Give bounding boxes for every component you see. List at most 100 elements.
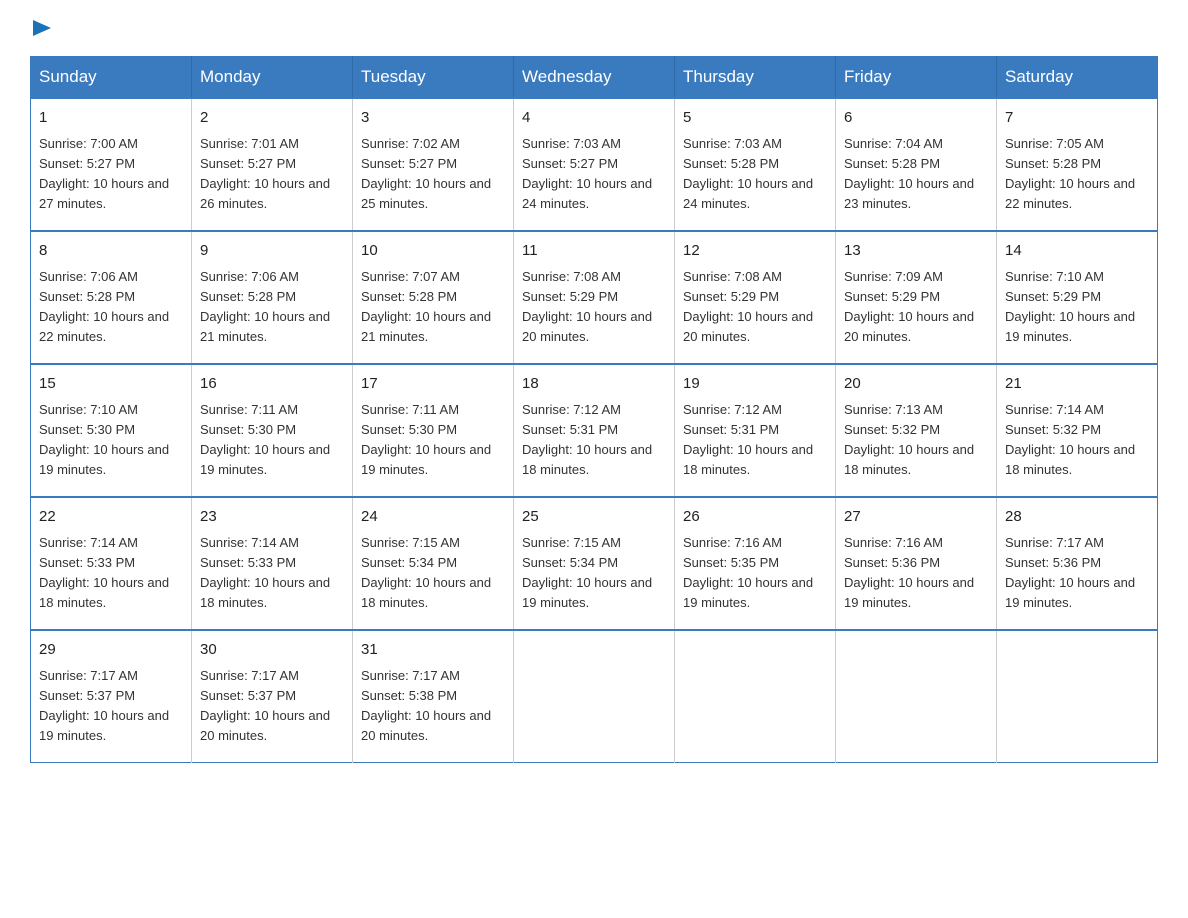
- day-number: 22: [39, 506, 183, 529]
- calendar-day-cell: 26 Sunrise: 7:16 AMSunset: 5:35 PMDayligh…: [675, 497, 836, 630]
- calendar-week-row: 8 Sunrise: 7:06 AMSunset: 5:28 PMDaylight…: [31, 231, 1158, 364]
- calendar-day-cell: 14 Sunrise: 7:10 AMSunset: 5:29 PMDayligh…: [997, 231, 1158, 364]
- day-number: 11: [522, 240, 666, 263]
- day-info: Sunrise: 7:06 AMSunset: 5:28 PMDaylight:…: [200, 267, 344, 348]
- day-number: 28: [1005, 506, 1149, 529]
- weekday-header-monday: Monday: [192, 57, 353, 99]
- calendar-day-cell: 10 Sunrise: 7:07 AMSunset: 5:28 PMDayligh…: [353, 231, 514, 364]
- calendar-day-cell: 27 Sunrise: 7:16 AMSunset: 5:36 PMDayligh…: [836, 497, 997, 630]
- calendar-day-cell: [675, 630, 836, 763]
- day-info: Sunrise: 7:08 AMSunset: 5:29 PMDaylight:…: [522, 267, 666, 348]
- day-number: 21: [1005, 373, 1149, 396]
- calendar-body: 1 Sunrise: 7:00 AMSunset: 5:27 PMDaylight…: [31, 98, 1158, 763]
- day-number: 5: [683, 107, 827, 130]
- day-info: Sunrise: 7:11 AMSunset: 5:30 PMDaylight:…: [200, 400, 344, 481]
- day-number: 12: [683, 240, 827, 263]
- calendar-day-cell: 16Sunrise: 7:11 AMSunset: 5:30 PMDayligh…: [192, 364, 353, 497]
- calendar-day-cell: 1 Sunrise: 7:00 AMSunset: 5:27 PMDaylight…: [31, 98, 192, 231]
- calendar-day-cell: 9 Sunrise: 7:06 AMSunset: 5:28 PMDaylight…: [192, 231, 353, 364]
- day-info: Sunrise: 7:16 AMSunset: 5:35 PMDaylight:…: [683, 533, 827, 614]
- day-number: 24: [361, 506, 505, 529]
- day-number: 18: [522, 373, 666, 396]
- day-info: Sunrise: 7:10 AMSunset: 5:30 PMDaylight:…: [39, 400, 183, 481]
- day-info: Sunrise: 7:05 AMSunset: 5:28 PMDaylight:…: [1005, 134, 1149, 215]
- calendar-day-cell: 31 Sunrise: 7:17 AMSunset: 5:38 PMDayligh…: [353, 630, 514, 763]
- weekday-header-wednesday: Wednesday: [514, 57, 675, 99]
- day-number: 8: [39, 240, 183, 263]
- weekday-header-saturday: Saturday: [997, 57, 1158, 99]
- calendar-table: SundayMondayTuesdayWednesdayThursdayFrid…: [30, 56, 1158, 763]
- calendar-day-cell: 13 Sunrise: 7:09 AMSunset: 5:29 PMDayligh…: [836, 231, 997, 364]
- day-number: 29: [39, 639, 183, 662]
- calendar-day-cell: 24 Sunrise: 7:15 AMSunset: 5:34 PMDayligh…: [353, 497, 514, 630]
- day-info: Sunrise: 7:03 AMSunset: 5:27 PMDaylight:…: [522, 134, 666, 215]
- calendar-day-cell: 19 Sunrise: 7:12 AMSunset: 5:31 PMDayligh…: [675, 364, 836, 497]
- day-number: 1: [39, 107, 183, 130]
- day-number: 3: [361, 107, 505, 130]
- day-number: 15: [39, 373, 183, 396]
- calendar-day-cell: 23 Sunrise: 7:14 AMSunset: 5:33 PMDayligh…: [192, 497, 353, 630]
- day-number: 4: [522, 107, 666, 130]
- calendar-day-cell: [836, 630, 997, 763]
- day-info: Sunrise: 7:02 AMSunset: 5:27 PMDaylight:…: [361, 134, 505, 215]
- day-number: 2: [200, 107, 344, 130]
- logo: [30, 20, 51, 38]
- day-number: 10: [361, 240, 505, 263]
- day-info: Sunrise: 7:01 AMSunset: 5:27 PMDaylight:…: [200, 134, 344, 215]
- calendar-day-cell: 22 Sunrise: 7:14 AMSunset: 5:33 PMDayligh…: [31, 497, 192, 630]
- calendar-day-cell: 6Sunrise: 7:04 AMSunset: 5:28 PMDaylight…: [836, 98, 997, 231]
- day-info: Sunrise: 7:12 AMSunset: 5:31 PMDaylight:…: [522, 400, 666, 481]
- calendar-day-cell: 25Sunrise: 7:15 AMSunset: 5:34 PMDayligh…: [514, 497, 675, 630]
- day-info: Sunrise: 7:17 AMSunset: 5:37 PMDaylight:…: [200, 666, 344, 747]
- day-number: 9: [200, 240, 344, 263]
- day-info: Sunrise: 7:13 AMSunset: 5:32 PMDaylight:…: [844, 400, 988, 481]
- day-info: Sunrise: 7:14 AMSunset: 5:33 PMDaylight:…: [200, 533, 344, 614]
- day-info: Sunrise: 7:03 AMSunset: 5:28 PMDaylight:…: [683, 134, 827, 215]
- calendar-day-cell: 29 Sunrise: 7:17 AMSunset: 5:37 PMDayligh…: [31, 630, 192, 763]
- day-number: 27: [844, 506, 988, 529]
- weekday-header-thursday: Thursday: [675, 57, 836, 99]
- day-number: 19: [683, 373, 827, 396]
- weekday-header-friday: Friday: [836, 57, 997, 99]
- day-info: Sunrise: 7:14 AMSunset: 5:33 PMDaylight:…: [39, 533, 183, 614]
- calendar-day-cell: [514, 630, 675, 763]
- day-number: 31: [361, 639, 505, 662]
- day-number: 23: [200, 506, 344, 529]
- calendar-day-cell: 21 Sunrise: 7:14 AMSunset: 5:32 PMDayligh…: [997, 364, 1158, 497]
- calendar-day-cell: 28 Sunrise: 7:17 AMSunset: 5:36 PMDayligh…: [997, 497, 1158, 630]
- day-info: Sunrise: 7:16 AMSunset: 5:36 PMDaylight:…: [844, 533, 988, 614]
- day-info: Sunrise: 7:15 AMSunset: 5:34 PMDaylight:…: [361, 533, 505, 614]
- day-info: Sunrise: 7:11 AMSunset: 5:30 PMDaylight:…: [361, 400, 505, 481]
- day-number: 14: [1005, 240, 1149, 263]
- day-info: Sunrise: 7:07 AMSunset: 5:28 PMDaylight:…: [361, 267, 505, 348]
- calendar-day-cell: 2 Sunrise: 7:01 AMSunset: 5:27 PMDaylight…: [192, 98, 353, 231]
- day-number: 13: [844, 240, 988, 263]
- day-info: Sunrise: 7:17 AMSunset: 5:37 PMDaylight:…: [39, 666, 183, 747]
- calendar-day-cell: 5 Sunrise: 7:03 AMSunset: 5:28 PMDaylight…: [675, 98, 836, 231]
- day-number: 17: [361, 373, 505, 396]
- day-info: Sunrise: 7:00 AMSunset: 5:27 PMDaylight:…: [39, 134, 183, 215]
- weekday-header-tuesday: Tuesday: [353, 57, 514, 99]
- calendar-day-cell: 20 Sunrise: 7:13 AMSunset: 5:32 PMDayligh…: [836, 364, 997, 497]
- day-number: 20: [844, 373, 988, 396]
- logo-triangle-icon: [33, 20, 51, 36]
- day-info: Sunrise: 7:15 AMSunset: 5:34 PMDaylight:…: [522, 533, 666, 614]
- day-info: Sunrise: 7:06 AMSunset: 5:28 PMDaylight:…: [39, 267, 183, 348]
- day-info: Sunrise: 7:14 AMSunset: 5:32 PMDaylight:…: [1005, 400, 1149, 481]
- day-info: Sunrise: 7:10 AMSunset: 5:29 PMDaylight:…: [1005, 267, 1149, 348]
- calendar-day-cell: [997, 630, 1158, 763]
- day-info: Sunrise: 7:12 AMSunset: 5:31 PMDaylight:…: [683, 400, 827, 481]
- day-info: Sunrise: 7:09 AMSunset: 5:29 PMDaylight:…: [844, 267, 988, 348]
- day-info: Sunrise: 7:17 AMSunset: 5:36 PMDaylight:…: [1005, 533, 1149, 614]
- calendar-day-cell: 8 Sunrise: 7:06 AMSunset: 5:28 PMDaylight…: [31, 231, 192, 364]
- day-number: 26: [683, 506, 827, 529]
- day-number: 7: [1005, 107, 1149, 130]
- calendar-day-cell: 15 Sunrise: 7:10 AMSunset: 5:30 PMDayligh…: [31, 364, 192, 497]
- day-info: Sunrise: 7:08 AMSunset: 5:29 PMDaylight:…: [683, 267, 827, 348]
- weekday-header-row: SundayMondayTuesdayWednesdayThursdayFrid…: [31, 57, 1158, 99]
- weekday-header-sunday: Sunday: [31, 57, 192, 99]
- calendar-week-row: 15 Sunrise: 7:10 AMSunset: 5:30 PMDayligh…: [31, 364, 1158, 497]
- calendar-day-cell: 17 Sunrise: 7:11 AMSunset: 5:30 PMDayligh…: [353, 364, 514, 497]
- day-info: Sunrise: 7:17 AMSunset: 5:38 PMDaylight:…: [361, 666, 505, 747]
- calendar-day-cell: 4 Sunrise: 7:03 AMSunset: 5:27 PMDaylight…: [514, 98, 675, 231]
